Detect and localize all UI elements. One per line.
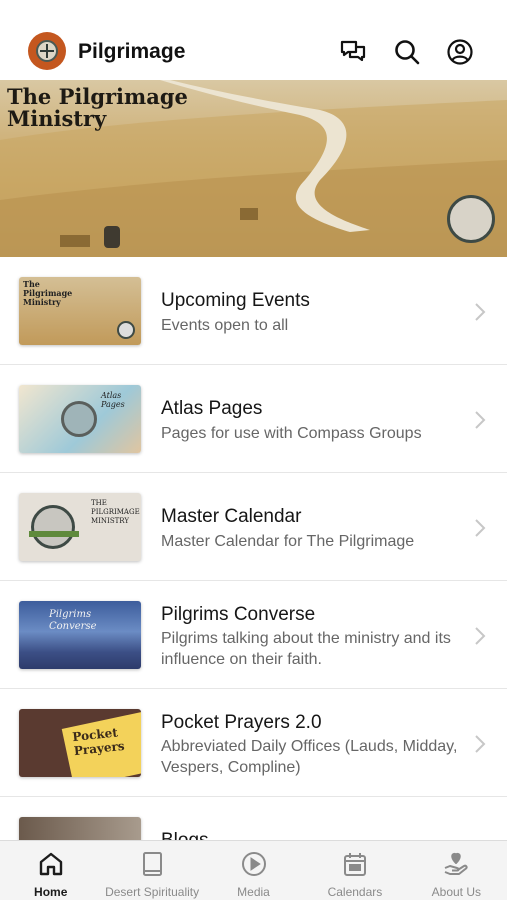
- hero-title: The Pilgrimage Ministry: [7, 86, 207, 130]
- list-item[interactable]: The Pilgrimage Ministry Upcoming Events …: [0, 257, 507, 365]
- hero-title-line2: Ministry: [7, 106, 107, 131]
- tab-calendars[interactable]: Calendars: [304, 841, 405, 900]
- master-calendar-thumbnail: THE PILGRIMAGE MINISTRY: [19, 493, 141, 561]
- chevron-right-icon: [475, 519, 486, 537]
- item-subtitle: Master Calendar for The Pilgrimage: [161, 533, 415, 550]
- upcoming-events-thumbnail: The Pilgrimage Ministry: [19, 277, 141, 345]
- pilgrims-converse-thumbnail: Pilgrims Converse: [19, 601, 141, 669]
- item-subtitle: Pilgrims talking about the ministry and …: [161, 630, 451, 668]
- tab-label: About Us: [431, 885, 481, 899]
- item-title: Upcoming Events: [161, 290, 310, 311]
- thumb-text: Pilgrims Converse: [49, 609, 97, 632]
- thumb-text: The Pilgrimage Ministry: [23, 279, 73, 307]
- compass-logo-icon: [36, 40, 58, 62]
- hero-banner[interactable]: The Pilgrimage Ministry: [0, 80, 507, 257]
- tab-label: Desert Spirituality: [105, 885, 200, 899]
- content-list: The Pilgrimage Ministry Upcoming Events …: [0, 257, 507, 900]
- compass-badge-icon: [447, 195, 495, 243]
- list-item[interactable]: Atlas Pages Atlas Pages Pages for use wi…: [0, 365, 507, 473]
- item-title: Pilgrims Converse: [161, 604, 316, 625]
- hand-heart-icon: [444, 852, 468, 875]
- book-icon: [143, 852, 163, 876]
- chat-icon[interactable]: [339, 38, 367, 66]
- tab-desert-spirituality[interactable]: Desert Spirituality: [101, 841, 202, 900]
- chevron-right-icon: [475, 735, 486, 753]
- item-subtitle: Abbreviated Daily Offices (Lauds, Midday…: [161, 738, 458, 776]
- app-logo[interactable]: [28, 32, 66, 70]
- tab-home[interactable]: Home: [0, 841, 101, 900]
- calendar-icon: [343, 853, 366, 876]
- search-icon[interactable]: [393, 38, 421, 66]
- item-subtitle: Pages for use with Compass Groups: [161, 425, 422, 442]
- play-icon: [241, 852, 266, 876]
- pocket-prayers-thumbnail: Pocket Prayers: [19, 709, 141, 777]
- list-item[interactable]: Pocket Prayers Pocket Prayers 2.0 Abbrev…: [0, 689, 507, 797]
- app-title: Pilgrimage: [78, 40, 186, 63]
- item-title: Master Calendar: [161, 506, 302, 527]
- chevron-right-icon: [475, 411, 486, 429]
- item-subtitle: Events open to all: [161, 317, 289, 334]
- thumb-text: THE PILGRIMAGE MINISTRY: [91, 499, 140, 525]
- item-title: Pocket Prayers 2.0: [161, 712, 322, 733]
- chevron-right-icon: [475, 303, 486, 321]
- tab-about-us[interactable]: About Us: [406, 841, 507, 900]
- tab-label: Media: [237, 885, 270, 899]
- item-title: Atlas Pages: [161, 398, 263, 419]
- thumb-text: Atlas Pages: [101, 391, 125, 409]
- chevron-right-icon: [475, 627, 486, 645]
- profile-icon[interactable]: [446, 38, 474, 66]
- app-header: Pilgrimage: [0, 0, 507, 80]
- home-icon: [39, 852, 62, 876]
- tab-label: Home: [34, 885, 68, 899]
- tab-media[interactable]: Media: [203, 841, 304, 900]
- tab-label: Calendars: [327, 885, 383, 899]
- list-item[interactable]: Pilgrims Converse Pilgrims Converse Pilg…: [0, 581, 507, 689]
- list-item[interactable]: THE PILGRIMAGE MINISTRY Master Calendar …: [0, 473, 507, 581]
- atlas-pages-thumbnail: Atlas Pages: [19, 385, 141, 453]
- bottom-tab-bar: Home Desert Spirituality Media Calendars…: [0, 840, 507, 900]
- hero-title-line1: The Pilgrimage: [7, 84, 188, 109]
